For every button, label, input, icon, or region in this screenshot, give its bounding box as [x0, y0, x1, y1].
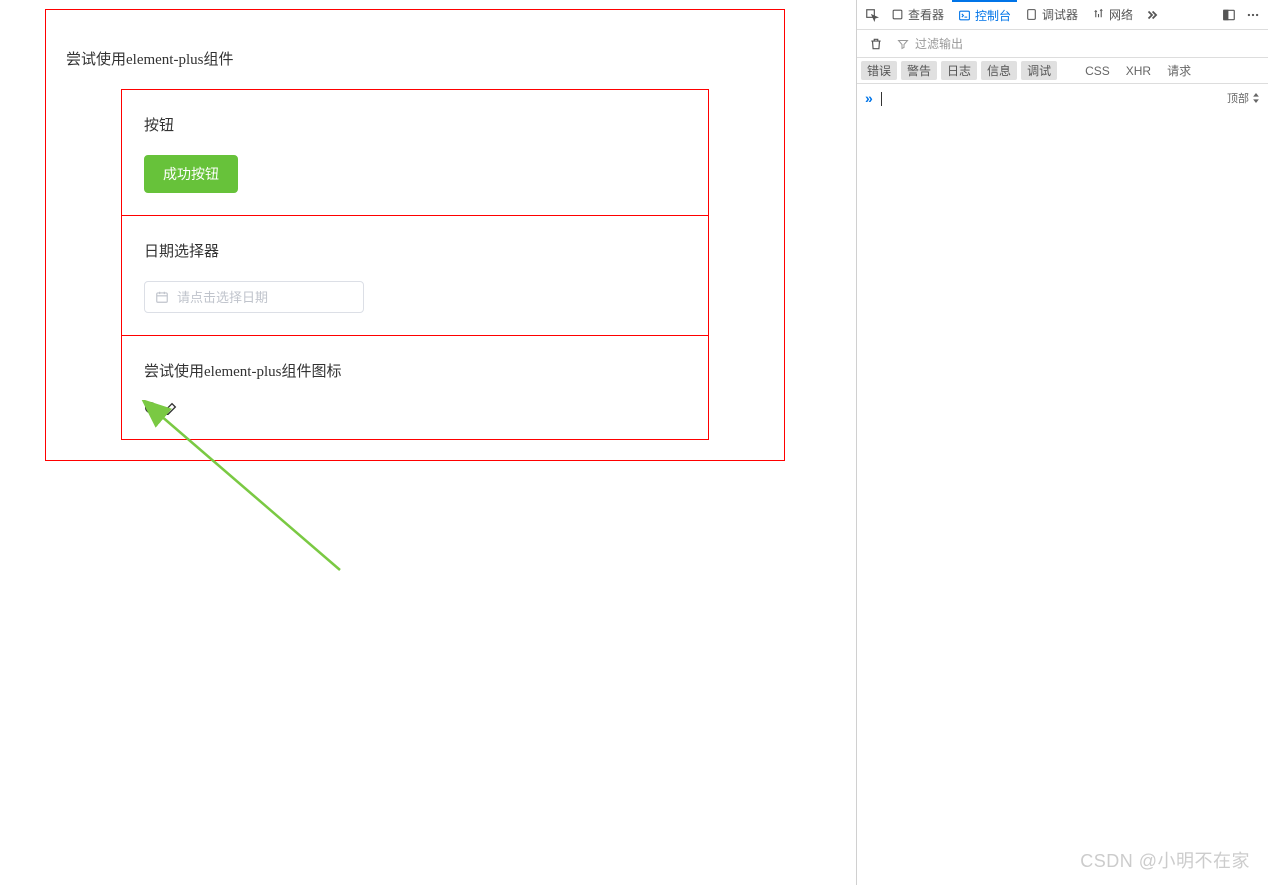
devtools-filterbar: 过滤输出	[857, 30, 1268, 58]
level-log[interactable]: 日志	[941, 61, 977, 80]
demo-page: 尝试使用element-plus组件 按钮 成功按钮 日期选择器 尝试使用ele…	[45, 9, 785, 461]
devtools-toolbar: 查看器 控制台 调试器 网络	[857, 0, 1268, 30]
icons-heading: 尝试使用element-plus组件图标	[144, 360, 686, 381]
console-input-row[interactable]: » 顶部	[857, 84, 1268, 112]
kebab-menu-icon[interactable]	[1242, 8, 1264, 22]
watermark: CSDN @小明不在家	[1080, 847, 1250, 873]
datepicker-section: 日期选择器	[122, 216, 708, 336]
level-requests[interactable]: 请求	[1161, 61, 1197, 80]
level-info[interactable]: 信息	[981, 61, 1017, 80]
icon-row	[144, 401, 686, 417]
tab-console-label: 控制台	[975, 7, 1011, 24]
page-title: 尝试使用element-plus组件	[66, 48, 764, 69]
context-label: 顶部	[1227, 90, 1249, 106]
context-selector[interactable]: 顶部	[1227, 90, 1260, 106]
demo-stack: 按钮 成功按钮 日期选择器 尝试使用element-plus组件图标	[121, 89, 709, 440]
funnel-icon	[897, 38, 909, 50]
icons-section: 尝试使用element-plus组件图标	[122, 336, 708, 439]
tab-inspector[interactable]: 查看器	[885, 0, 950, 29]
success-button[interactable]: 成功按钮	[144, 155, 238, 193]
devtools-panel: 查看器 控制台 调试器 网络 过滤输出	[856, 0, 1268, 885]
search-icon	[144, 401, 160, 417]
element-picker-icon[interactable]	[861, 8, 883, 22]
tab-network[interactable]: 网络	[1086, 0, 1139, 29]
datepicker-heading: 日期选择器	[144, 240, 686, 261]
level-warn[interactable]: 警告	[901, 61, 937, 80]
updown-icon	[1252, 93, 1260, 103]
level-debug[interactable]: 调试	[1021, 61, 1057, 80]
tab-debugger[interactable]: 调试器	[1019, 0, 1084, 29]
date-input-wrapper[interactable]	[144, 281, 364, 313]
level-css[interactable]: CSS	[1079, 63, 1116, 79]
filter-input[interactable]: 过滤输出	[897, 35, 963, 52]
overflow-tabs-icon[interactable]	[1141, 8, 1163, 22]
clear-console-icon[interactable]	[865, 37, 887, 51]
button-heading: 按钮	[144, 114, 686, 135]
console-prompt-icon: »	[865, 90, 873, 106]
tab-console[interactable]: 控制台	[952, 0, 1017, 29]
filter-placeholder: 过滤输出	[915, 35, 963, 52]
tab-inspector-label: 查看器	[908, 6, 944, 23]
button-section: 按钮 成功按钮	[122, 90, 708, 216]
edit-icon	[162, 401, 178, 417]
level-error[interactable]: 错误	[861, 61, 897, 80]
tab-network-label: 网络	[1109, 6, 1133, 23]
dock-side-icon[interactable]	[1218, 8, 1240, 22]
devtools-levelbar: 错误 警告 日志 信息 调试 CSS XHR 请求	[857, 58, 1268, 84]
console-caret	[881, 92, 882, 106]
date-input[interactable]	[177, 290, 353, 305]
level-xhr[interactable]: XHR	[1120, 63, 1157, 79]
calendar-icon	[155, 290, 169, 304]
tab-debugger-label: 调试器	[1042, 6, 1078, 23]
